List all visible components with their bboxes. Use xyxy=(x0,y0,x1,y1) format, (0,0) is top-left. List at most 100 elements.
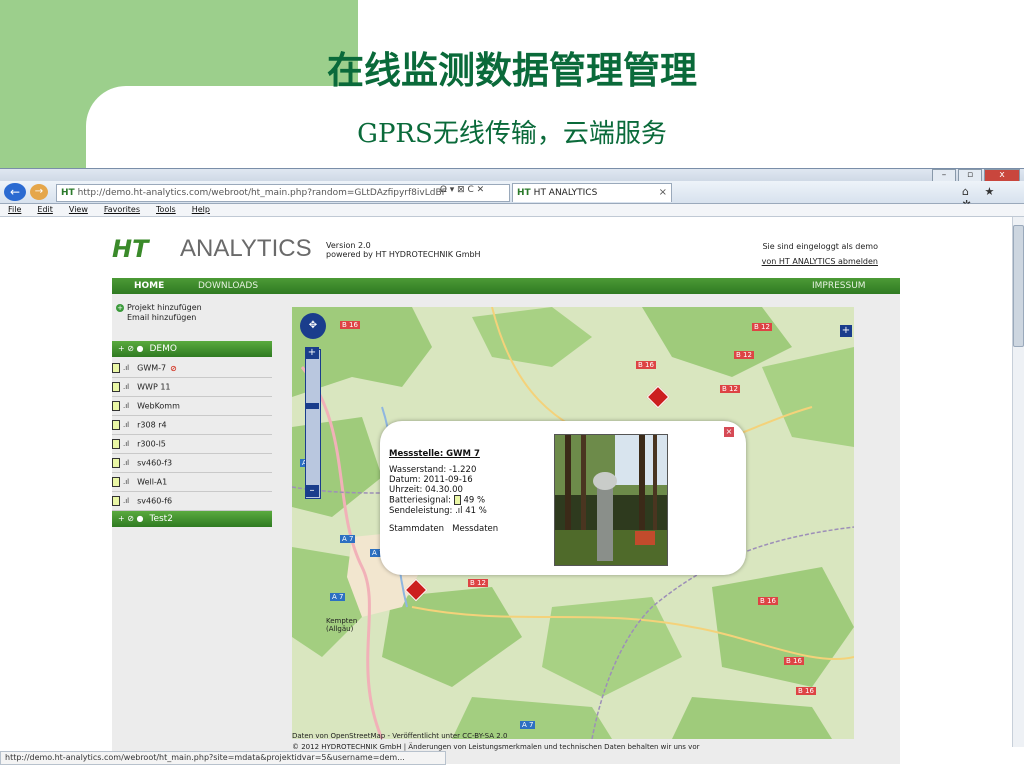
signal-icon: .ıl xyxy=(123,364,130,372)
menu-bar: File Edit View Favorites Tools Help xyxy=(0,204,1024,217)
menu-favorites[interactable]: Favorites xyxy=(104,205,140,214)
warning-icon: ⊘ xyxy=(170,363,177,373)
tab-favicon: HT xyxy=(517,188,531,198)
group-test2[interactable]: + ⊘ ● Test2 xyxy=(112,511,272,527)
battery-icon xyxy=(112,477,120,487)
signal-icon: .ıl xyxy=(123,459,130,467)
road-label: A 7 xyxy=(340,535,356,543)
browser-titlebar xyxy=(0,169,1024,181)
road-label: B 12 xyxy=(720,385,740,393)
stammdaten-link[interactable]: Stammdaten xyxy=(389,524,444,534)
signal-icon: .ıl xyxy=(123,383,130,391)
battery-signal: Batteriesignal: 49 % xyxy=(389,495,486,506)
zoom-out-button[interactable]: – xyxy=(305,485,319,497)
battery-icon xyxy=(112,401,120,411)
map-attribution: Daten von OpenStreetMap - Veröffentlicht… xyxy=(292,732,508,740)
site-row[interactable]: .ıl r308 r4 xyxy=(112,416,272,435)
back-arrow-icon[interactable]: ← xyxy=(4,183,26,201)
slide-title: 在线监测数据管理管理 xyxy=(327,48,697,92)
browser-window: – ▫ x ← → HT http://demo.ht-analytics.com… xyxy=(0,168,1024,769)
city-label: Kempten (Allgäu) xyxy=(326,617,358,633)
road-label: B 16 xyxy=(758,597,778,605)
signal-icon: .ıl xyxy=(123,402,130,410)
station-photo xyxy=(554,434,668,566)
battery-icon xyxy=(112,382,120,392)
site-row[interactable]: .ıl Well-A1 xyxy=(112,473,272,492)
page-footer: © 2012 HYDROTECHNIK GmbH | Änderungen vo… xyxy=(292,743,700,751)
site-row[interactable]: .ıl GWM-7 ⊘ xyxy=(112,359,272,378)
address-text: http://demo.ht-analytics.com/webroot/ht_… xyxy=(77,188,447,198)
battery-icon xyxy=(112,458,120,468)
signal-icon: .ıl xyxy=(123,478,130,486)
station-photo-image xyxy=(555,435,667,565)
zoom-slider-handle[interactable] xyxy=(305,403,319,409)
version-info: Version 2.0 powered by HT HYDROTECHNIK G… xyxy=(326,241,481,259)
road-label: B 12 xyxy=(734,351,754,359)
status-bar: http://demo.ht-analytics.com/webroot/ht_… xyxy=(0,751,446,765)
forward-arrow-icon[interactable]: → xyxy=(30,184,48,200)
logo-text: ANALYTICS xyxy=(180,235,312,262)
tab-title: HT ANALYTICS xyxy=(533,188,598,198)
zoom-in-button[interactable]: + xyxy=(305,347,319,359)
popup-close-button[interactable]: × xyxy=(724,427,734,437)
tab-close-icon[interactable]: × xyxy=(659,184,667,202)
group-demo[interactable]: + ⊘ ● DEMO xyxy=(112,341,272,357)
menu-tools[interactable]: Tools xyxy=(156,205,176,214)
road-label: B 16 xyxy=(796,687,816,695)
send-power: Sendeleistung: .ıl 41 % xyxy=(389,505,487,516)
login-info: Sie sind eingeloggt als demo von HT ANAL… xyxy=(700,239,878,269)
signal-icon: .ıl xyxy=(123,497,130,505)
reading-time: Uhrzeit: 04.30.00 xyxy=(389,485,463,495)
site-row[interactable]: .ıl r300-l5 xyxy=(112,435,272,454)
pan-control-icon[interactable]: ✥ xyxy=(300,313,326,339)
site-row[interactable]: .ıl WWP 11 xyxy=(112,378,272,397)
address-tool-icons[interactable]: Ω ▾ ⊠ C ✕ xyxy=(440,185,484,195)
site-row[interactable]: .ıl sv460-f3 xyxy=(112,454,272,473)
add-email-icon xyxy=(116,314,124,322)
road-label: B 12 xyxy=(752,323,772,331)
login-status: Sie sind eingeloggt als demo xyxy=(762,242,878,251)
road-label: B 16 xyxy=(636,361,656,369)
slide-subtitle: GPRS无线传输，云端服务 xyxy=(357,119,667,149)
powered-by-line: powered by HT HYDROTECHNIK GmbH xyxy=(326,250,481,259)
battery-icon xyxy=(112,496,120,506)
site-favicon: HT xyxy=(61,188,75,198)
add-email-link[interactable]: Email hinzufügen xyxy=(116,313,202,323)
group-tools-icons: + ⊘ ● xyxy=(118,344,144,353)
version-line: Version 2.0 xyxy=(326,241,371,250)
messdaten-link[interactable]: Messdaten xyxy=(452,524,498,534)
popup-details: Messstelle: GWM 7 Wasserstand: -1.220 Da… xyxy=(389,449,498,534)
nav-home[interactable]: HOME xyxy=(134,279,164,293)
road-label: B 12 xyxy=(468,579,488,587)
browser-tab[interactable]: HT HT ANALYTICS × xyxy=(512,183,672,202)
road-label: A 7 xyxy=(520,721,536,729)
ht-logo-mark: HT xyxy=(112,235,149,263)
battery-icon xyxy=(453,495,461,505)
menu-file[interactable]: File xyxy=(8,205,21,214)
menu-edit[interactable]: Edit xyxy=(37,205,53,214)
add-project-link[interactable]: + Projekt hinzufügen xyxy=(116,303,202,313)
battery-icon xyxy=(112,420,120,430)
side-links: + Projekt hinzufügen Email hinzufügen xyxy=(116,303,202,323)
menu-help[interactable]: Help xyxy=(192,205,210,214)
site-row[interactable]: .ıl sv460-f6 xyxy=(112,492,272,511)
window-buttons: – ▫ x xyxy=(932,169,1020,182)
popup-heading: Messstelle: GWM 7 xyxy=(389,449,480,459)
reading-date: Datum: 2011-09-16 xyxy=(389,475,473,485)
signal-icon: .ıl xyxy=(455,505,463,516)
site-row[interactable]: .ıl WebKomm xyxy=(112,397,272,416)
logout-link[interactable]: von HT ANALYTICS abmelden xyxy=(700,254,878,269)
road-label: A 7 xyxy=(330,593,346,601)
nav-downloads[interactable]: DOWNLOADS xyxy=(198,279,258,293)
road-label: B 16 xyxy=(784,657,804,665)
nav-impressum[interactable]: IMPRESSUM xyxy=(812,279,866,293)
add-icon: + xyxy=(116,303,124,312)
layer-switcher-button[interactable]: + xyxy=(840,325,852,337)
road-label: B 16 xyxy=(340,321,360,329)
scrollbar-thumb[interactable] xyxy=(1013,225,1024,347)
signal-icon: .ıl xyxy=(123,440,130,448)
group-tools-icons: + ⊘ ● xyxy=(118,514,144,523)
water-level: Wasserstand: -1.220 xyxy=(389,465,477,475)
zoom-slider-rail[interactable] xyxy=(305,349,321,499)
menu-view[interactable]: View xyxy=(69,205,88,214)
